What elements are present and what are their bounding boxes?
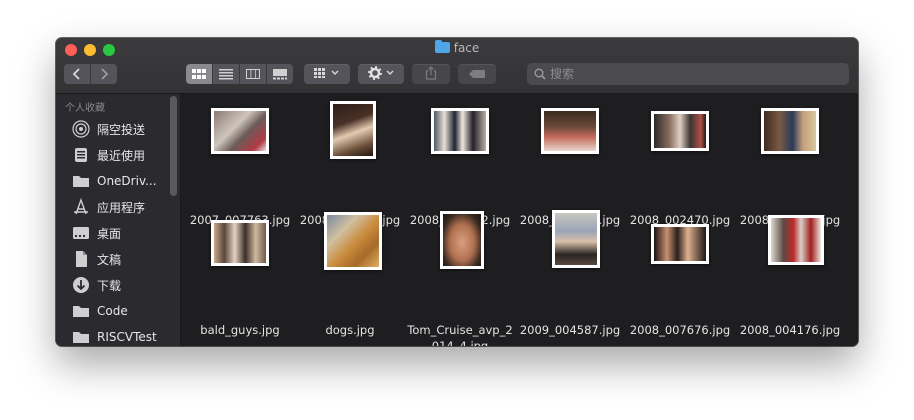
share-button[interactable] xyxy=(412,64,450,84)
sidebar-item-downloads[interactable]: 下载 xyxy=(72,274,172,296)
group-by-button[interactable] xyxy=(304,64,350,84)
folder-icon xyxy=(72,302,90,320)
tag-icon xyxy=(469,70,485,78)
file-item[interactable]: 2008_007676.jpg xyxy=(625,206,735,346)
image-thumbnail xyxy=(651,111,709,151)
file-item[interactable]: 2007_007763.jpg xyxy=(185,94,295,227)
sidebar-item-label: 桌面 xyxy=(97,226,122,241)
icon-view-icon xyxy=(192,69,206,79)
sidebar-item-label: 应用程序 xyxy=(97,200,146,215)
file-item[interactable]: 2008_004176.jpg xyxy=(735,206,845,346)
view-mode-selector xyxy=(186,64,293,84)
applications-icon xyxy=(72,198,90,216)
file-name: dogs.jpg xyxy=(325,323,375,337)
document-icon xyxy=(72,250,90,268)
image-thumbnail xyxy=(651,224,709,264)
file-name: 2009_004587.jpg xyxy=(519,323,621,337)
image-thumbnail xyxy=(768,215,824,265)
sidebar-heading: 个人收藏 xyxy=(65,103,105,114)
file-item[interactable]: 2009_004587.jpg xyxy=(515,206,625,346)
file-grid: 2007_007763.jpg 2008_001009.jpg 2008_001… xyxy=(181,94,858,346)
share-icon xyxy=(425,66,437,80)
file-item[interactable]: 2008_002506.jpg xyxy=(735,94,845,227)
window-title: face xyxy=(56,40,858,55)
download-icon xyxy=(72,276,90,294)
file-item[interactable]: 2008_001322.jpg xyxy=(405,94,515,227)
sidebar-item-recents[interactable]: 最近使用 xyxy=(72,144,172,166)
image-thumbnail xyxy=(761,108,819,154)
icon-view-button[interactable] xyxy=(186,64,213,84)
sidebar-item-airdrop[interactable]: 隔空投送 xyxy=(72,118,172,140)
file-item[interactable]: bald_guys.jpg xyxy=(185,206,295,346)
sidebar-item-code[interactable]: Code xyxy=(72,300,172,322)
file-name: 2008_007676.jpg xyxy=(629,323,731,337)
image-thumbnail xyxy=(552,210,600,268)
image-thumbnail xyxy=(324,212,382,270)
image-thumbnail xyxy=(211,220,269,266)
sidebar-item-label: 最近使用 xyxy=(97,148,146,163)
file-item[interactable]: dogs.jpg xyxy=(295,206,405,346)
image-thumbnail xyxy=(431,108,489,154)
recents-icon xyxy=(72,146,90,164)
toolbar: face 搜索 xyxy=(56,38,858,94)
sidebar-item-riscvtest[interactable]: RISCVTest xyxy=(72,326,172,346)
sidebar-item-desktop[interactable]: 桌面 xyxy=(72,222,172,244)
folder-icon xyxy=(72,172,90,190)
search-placeholder: 搜索 xyxy=(550,67,575,81)
column-view-button[interactable] xyxy=(240,64,267,84)
sidebar-item-onedrive[interactable]: OneDriv... xyxy=(72,170,172,192)
desktop-icon xyxy=(72,224,90,242)
file-item[interactable]: 2008_002079.jpg xyxy=(515,94,625,227)
airdrop-icon xyxy=(72,120,90,138)
sidebar-item-label: Code xyxy=(97,304,128,318)
list-view-button[interactable] xyxy=(213,64,240,84)
image-thumbnail xyxy=(541,108,599,154)
sidebar-item-label: 下载 xyxy=(97,278,122,293)
grid-group-icon xyxy=(314,68,339,78)
action-menu-button[interactable] xyxy=(358,64,404,84)
folder-icon xyxy=(72,328,90,346)
sidebar-item-label: OneDriv... xyxy=(97,174,157,188)
file-name: bald_guys.jpg xyxy=(200,323,280,337)
file-item[interactable]: 2008_001009.jpg xyxy=(295,94,405,227)
sidebar-item-documents[interactable]: 文稿 xyxy=(72,248,172,270)
gallery-view-button[interactable] xyxy=(267,64,293,84)
column-view-icon xyxy=(246,69,260,79)
gear-icon xyxy=(368,66,394,80)
nav-buttons xyxy=(64,64,117,84)
search-field[interactable]: 搜索 xyxy=(527,63,849,85)
image-thumbnail xyxy=(440,211,484,269)
sidebar-item-label: RISCVTest xyxy=(97,330,157,344)
sidebar-item-label: 文稿 xyxy=(97,252,122,267)
sidebar: 个人收藏 隔空投送 最近使用 OneDriv... 应用程序 桌面 文稿 下载 … xyxy=(56,94,181,346)
image-thumbnail xyxy=(211,108,269,154)
file-item[interactable]: Tom_Cruise_avp_2014_4.jpg xyxy=(405,206,515,346)
chevron-left-icon xyxy=(72,68,80,80)
file-name: Tom_Cruise_avp_2014_4.jpg xyxy=(407,323,513,346)
sidebar-item-label: 隔空投送 xyxy=(97,122,146,137)
gallery-view-icon xyxy=(273,69,287,80)
file-name: 2008_004176.jpg xyxy=(739,323,841,337)
file-item[interactable]: 2008_002470.jpg xyxy=(625,94,735,227)
image-thumbnail xyxy=(330,101,376,159)
folder-icon xyxy=(434,40,450,53)
back-button[interactable] xyxy=(64,64,91,84)
sidebar-item-applications[interactable]: 应用程序 xyxy=(72,196,172,218)
forward-button[interactable] xyxy=(91,64,117,84)
search-icon xyxy=(534,68,546,80)
chevron-right-icon xyxy=(101,68,109,80)
list-view-icon xyxy=(219,69,233,80)
finder-window: face 搜索 个人收藏 隔空投送 最近使用 OneDriv... 应用程序 桌… xyxy=(56,38,858,346)
tags-button[interactable] xyxy=(458,64,496,84)
